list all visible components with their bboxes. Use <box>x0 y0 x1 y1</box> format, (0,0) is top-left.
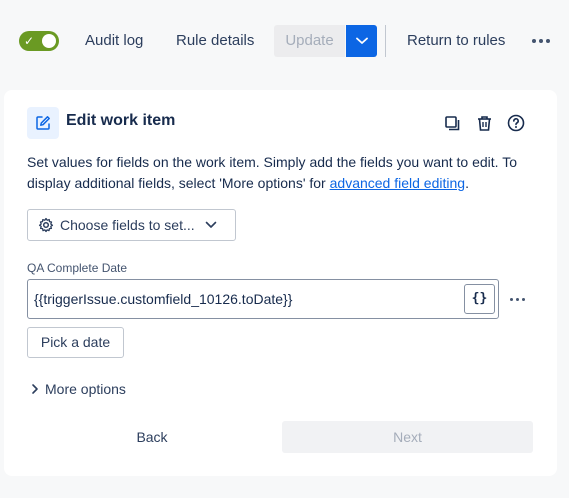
field-more-button[interactable] <box>506 288 528 310</box>
description-end: . <box>465 175 469 191</box>
toggle-knob <box>42 34 56 48</box>
trash-icon[interactable] <box>473 112 495 134</box>
chevron-right-icon <box>32 384 38 394</box>
more-icon <box>532 39 536 43</box>
return-to-rules-button[interactable]: Return to rules <box>397 27 515 55</box>
audit-log-button[interactable]: Audit log <box>75 27 153 55</box>
copy-icon[interactable] <box>441 112 463 134</box>
help-icon[interactable] <box>505 112 527 134</box>
qa-complete-date-input[interactable]: {{triggerIssue.customfield_10126.toDate}… <box>27 279 499 319</box>
edit-work-item-panel: Edit work item Set values for fields on … <box>4 90 557 476</box>
panel-title: Edit work item <box>66 112 176 129</box>
next-button[interactable]: Next <box>282 421 533 453</box>
more-options-label: More options <box>45 381 126 397</box>
rule-toolbar: ✓ Audit log Rule details Update Return t… <box>0 0 569 84</box>
back-button[interactable]: Back <box>27 421 277 453</box>
qa-complete-date-label: QA Complete Date <box>27 261 128 275</box>
edit-icon <box>27 107 59 139</box>
toolbar-more-button[interactable] <box>530 30 552 52</box>
smart-value-button[interactable]: {} <box>464 284 495 314</box>
update-button[interactable]: Update <box>274 25 345 57</box>
chevron-down-icon <box>205 221 216 228</box>
panel-description: Set values for fields on the work item. … <box>27 152 547 194</box>
more-options-toggle[interactable]: More options <box>31 381 126 397</box>
chevron-down-icon <box>355 37 368 44</box>
advanced-field-editing-link[interactable]: advanced field editing <box>330 175 465 191</box>
check-icon: ✓ <box>24 34 35 48</box>
choose-fields-button[interactable]: Choose fields to set... <box>27 209 236 241</box>
update-dropdown-button[interactable] <box>346 25 377 57</box>
more-icon <box>509 297 513 301</box>
pick-a-date-button[interactable]: Pick a date <box>27 327 124 358</box>
choose-fields-label: Choose fields to set... <box>60 217 195 233</box>
gear-icon <box>38 217 54 233</box>
toolbar-divider <box>385 25 386 57</box>
rule-details-button[interactable]: Rule details <box>166 27 264 55</box>
rule-enabled-toggle[interactable]: ✓ <box>19 31 59 51</box>
